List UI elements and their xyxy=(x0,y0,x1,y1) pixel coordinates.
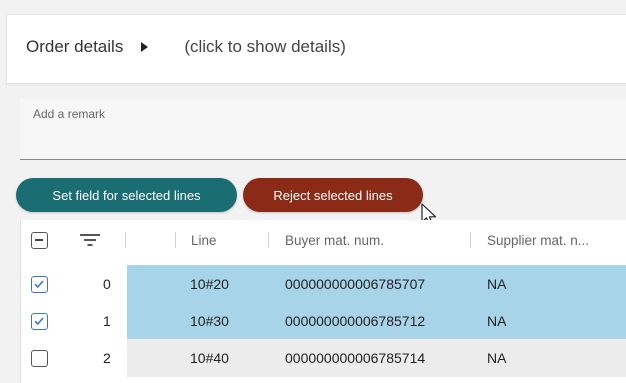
order-details-panel[interactable]: Order details (click to show details) xyxy=(6,14,626,84)
column-header-supplier-mat[interactable]: Supplier mat. n... xyxy=(487,220,589,260)
order-details-title: Order details xyxy=(26,37,124,56)
select-all-checkbox[interactable] xyxy=(31,220,48,260)
column-separator[interactable] xyxy=(470,232,471,248)
column-separator[interactable] xyxy=(175,232,176,248)
column-header-line[interactable]: Line xyxy=(191,220,217,260)
column-separator[interactable] xyxy=(125,232,126,248)
cell-buyer-mat: 000000000006785714 xyxy=(285,350,426,366)
table-row[interactable]: 0 10#20 000000000006785707 NA xyxy=(21,265,626,303)
cell-supplier-mat: NA xyxy=(487,313,507,329)
cell-supplier-mat: NA xyxy=(487,276,507,292)
remark-input[interactable] xyxy=(20,99,626,159)
cell-line: 10#30 xyxy=(190,313,229,329)
filter-icon[interactable] xyxy=(79,220,101,260)
row-index: 2 xyxy=(103,350,111,366)
remark-field[interactable] xyxy=(20,99,626,160)
cell-supplier-mat: NA xyxy=(487,350,507,366)
caret-right-icon[interactable] xyxy=(141,42,149,52)
set-field-button[interactable]: Set field for selected lines xyxy=(16,178,237,212)
order-details-toggle[interactable]: Order details (click to show details) xyxy=(26,37,346,57)
table-header-row: Line Buyer mat. num. Supplier mat. n... xyxy=(21,220,626,260)
table-row[interactable]: 2 10#40 000000000006785714 NA xyxy=(21,339,626,377)
row-checkbox-box[interactable] xyxy=(31,349,48,367)
order-details-hint: (click to show details) xyxy=(184,37,346,56)
checkmark-icon xyxy=(34,279,44,288)
reject-selected-button[interactable]: Reject selected lines xyxy=(243,178,423,212)
row-checkbox[interactable] xyxy=(31,302,48,340)
row-checkbox[interactable] xyxy=(31,339,48,377)
row-index: 0 xyxy=(103,276,111,292)
checkmark-icon xyxy=(34,316,44,325)
row-checkbox[interactable] xyxy=(31,265,48,303)
select-all-checkbox-box[interactable] xyxy=(31,231,48,249)
table-row[interactable]: 1 10#30 000000000006785712 NA xyxy=(21,302,626,340)
row-checkbox-box[interactable] xyxy=(31,312,48,330)
set-field-button-label: Set field for selected lines xyxy=(52,187,201,203)
order-lines-table: Line Buyer mat. num. Supplier mat. n... … xyxy=(20,220,626,383)
cell-line: 10#40 xyxy=(190,350,229,366)
column-header-buyer-mat[interactable]: Buyer mat. num. xyxy=(285,220,384,260)
cell-line: 10#20 xyxy=(190,276,229,292)
column-separator[interactable] xyxy=(268,232,269,248)
row-checkbox-box[interactable] xyxy=(31,275,48,293)
cell-buyer-mat: 000000000006785712 xyxy=(285,313,426,329)
row-index: 1 xyxy=(103,313,111,329)
cell-buyer-mat: 000000000006785707 xyxy=(285,276,426,292)
reject-selected-button-label: Reject selected lines xyxy=(273,187,393,203)
